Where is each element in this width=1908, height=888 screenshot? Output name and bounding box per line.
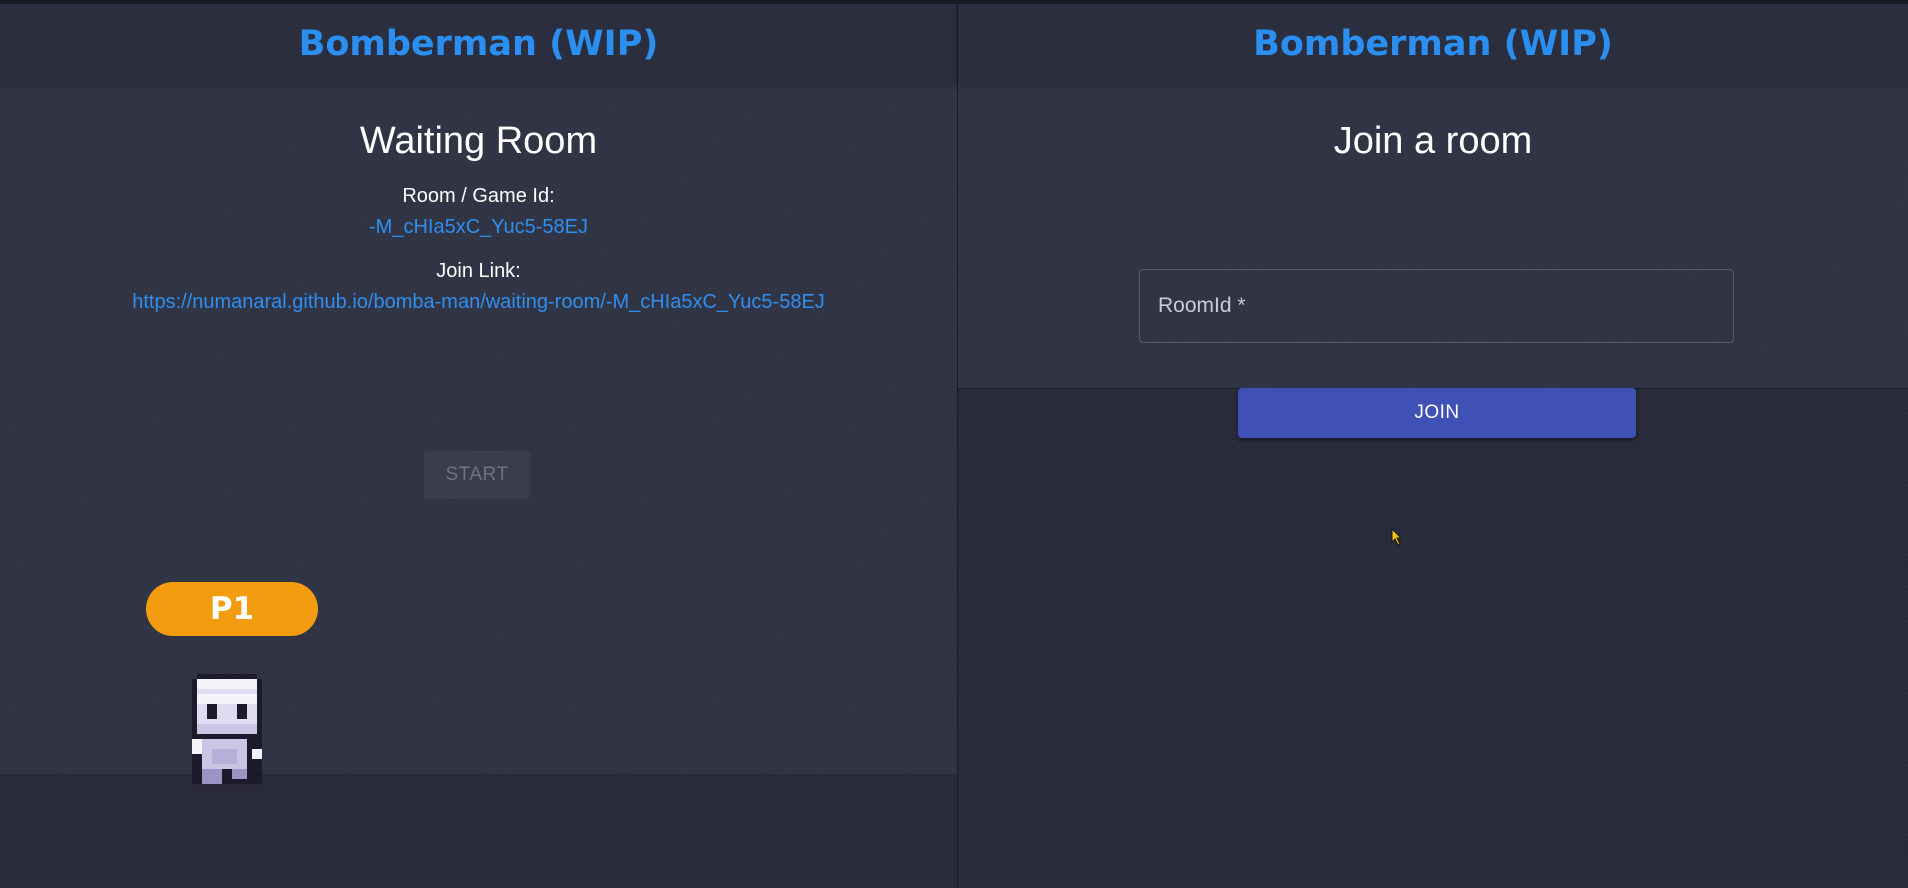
join-room-pane: Bomberman (WIP) Join a room JOIN [958,4,1908,888]
join-link-label: Join Link: [436,260,521,282]
room-id-value[interactable]: -M_cHIa5xC_Yuc5-58EJ [0,216,957,239]
page-title: Join a room [1333,120,1533,162]
start-button[interactable]: START [424,451,530,499]
app-header: Bomberman (WIP) [958,4,1908,86]
join-button[interactable]: JOIN [1238,388,1636,438]
join-room-card: Join a room JOIN [958,86,1908,438]
waiting-room-card: Waiting Room Room / Game Id: -M_cHIa5xC_… [0,86,957,794]
room-id-label: Room / Game Id: [402,185,555,207]
app-title[interactable]: Bomberman (WIP) [0,24,957,64]
page-title: Waiting Room [359,120,598,162]
player-badge: P1 [146,582,318,636]
app-header: Bomberman (WIP) [0,4,957,86]
app-title[interactable]: Bomberman (WIP) [958,24,1908,64]
waiting-room-pane: Bomberman (WIP) Waiting Room Room / Game… [0,4,957,888]
room-id-input[interactable] [1140,270,1733,342]
room-id-field[interactable] [1139,269,1734,343]
join-link[interactable]: https://numanaral.github.io/bomba-man/wa… [0,291,957,314]
mouse-cursor-icon [1391,528,1403,546]
bomberman-player-sprite-icon [192,674,262,794]
